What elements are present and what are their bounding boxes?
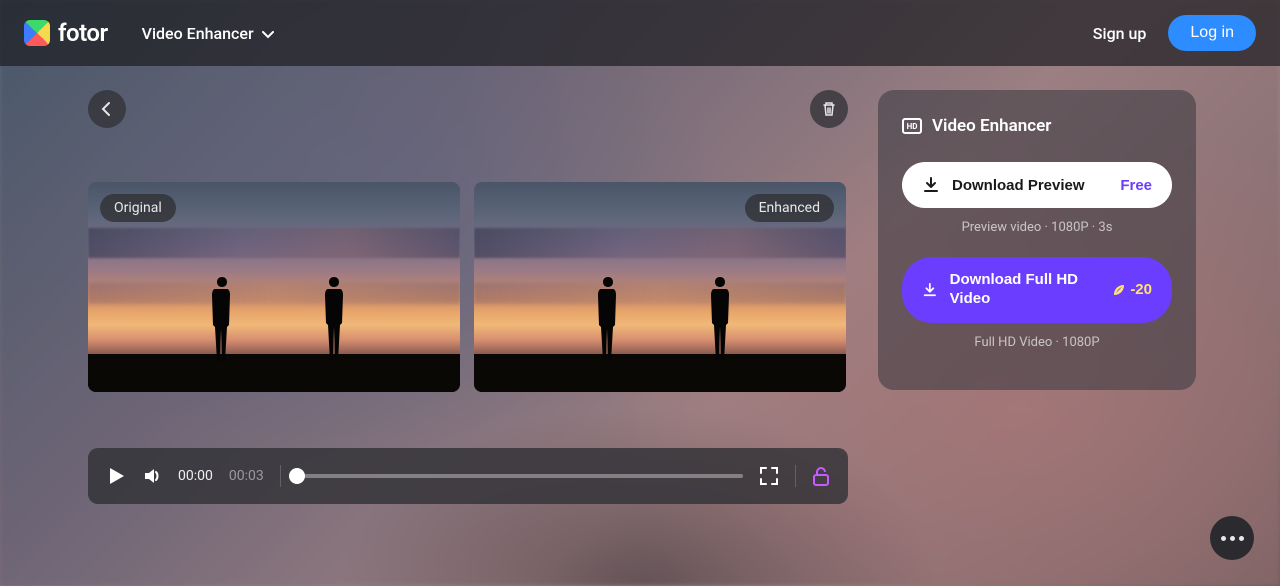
credit-cost-value: -20 [1130, 281, 1152, 298]
back-button[interactable] [88, 90, 126, 128]
duration: 00:03 [229, 468, 264, 484]
download-preview-label: Download Preview [952, 177, 1085, 194]
lock-button[interactable] [812, 466, 830, 486]
fullscreen-button[interactable] [759, 466, 779, 486]
seek-track[interactable] [297, 474, 743, 478]
download-icon [922, 281, 938, 299]
brand-logo[interactable]: fotor [24, 19, 108, 47]
dots-icon [1239, 536, 1244, 541]
volume-icon [142, 466, 162, 486]
original-tag: Original [100, 194, 176, 222]
brand-mark-icon [24, 20, 50, 46]
signup-link[interactable]: Sign up [1093, 24, 1147, 43]
tool-dropdown[interactable]: Video Enhancer [142, 24, 274, 43]
volume-button[interactable] [142, 466, 162, 486]
download-full-button[interactable]: Download Full HD Video -20 [902, 257, 1172, 323]
credit-cost: -20 [1112, 281, 1152, 298]
dots-icon [1230, 536, 1235, 541]
original-pane: Original [88, 182, 460, 392]
download-preview-button[interactable]: Download Preview Free [902, 162, 1172, 208]
download-panel: HD Video Enhancer Download Preview Free … [878, 90, 1196, 390]
brand-name: fotor [58, 19, 108, 47]
tool-dropdown-label: Video Enhancer [142, 24, 254, 43]
login-button[interactable]: Log in [1168, 15, 1256, 51]
header-bar: fotor Video Enhancer Sign up Log in [0, 0, 1280, 66]
leaf-icon [1112, 283, 1126, 297]
chevron-down-icon [262, 24, 274, 43]
free-tag: Free [1120, 177, 1152, 194]
chevron-left-icon [99, 101, 115, 117]
preview-subtitle: Preview video · 1080P · 3s [902, 220, 1172, 235]
more-menu-button[interactable] [1210, 516, 1254, 560]
separator [795, 465, 796, 487]
dots-icon [1221, 536, 1226, 541]
hd-icon: HD [902, 118, 922, 134]
download-icon [922, 176, 940, 194]
seek-thumb[interactable] [289, 468, 305, 484]
lock-icon [812, 466, 830, 486]
delete-button[interactable] [810, 90, 848, 128]
trash-icon [821, 101, 837, 117]
panel-title: HD Video Enhancer [902, 116, 1172, 136]
play-icon [106, 466, 126, 486]
current-time: 00:00 [178, 468, 213, 484]
enhanced-tag: Enhanced [745, 194, 834, 222]
enhanced-pane: Enhanced [474, 182, 846, 392]
compare-view: Original Enhanced [88, 182, 848, 392]
fullscreen-icon [759, 466, 779, 486]
full-subtitle: Full HD Video · 1080P [902, 335, 1172, 350]
play-button[interactable] [106, 466, 126, 486]
panel-title-text: Video Enhancer [932, 116, 1051, 136]
download-full-label: Download Full HD Video [950, 271, 1101, 309]
video-controls: 00:00 00:03 [88, 448, 848, 504]
separator [280, 465, 281, 487]
